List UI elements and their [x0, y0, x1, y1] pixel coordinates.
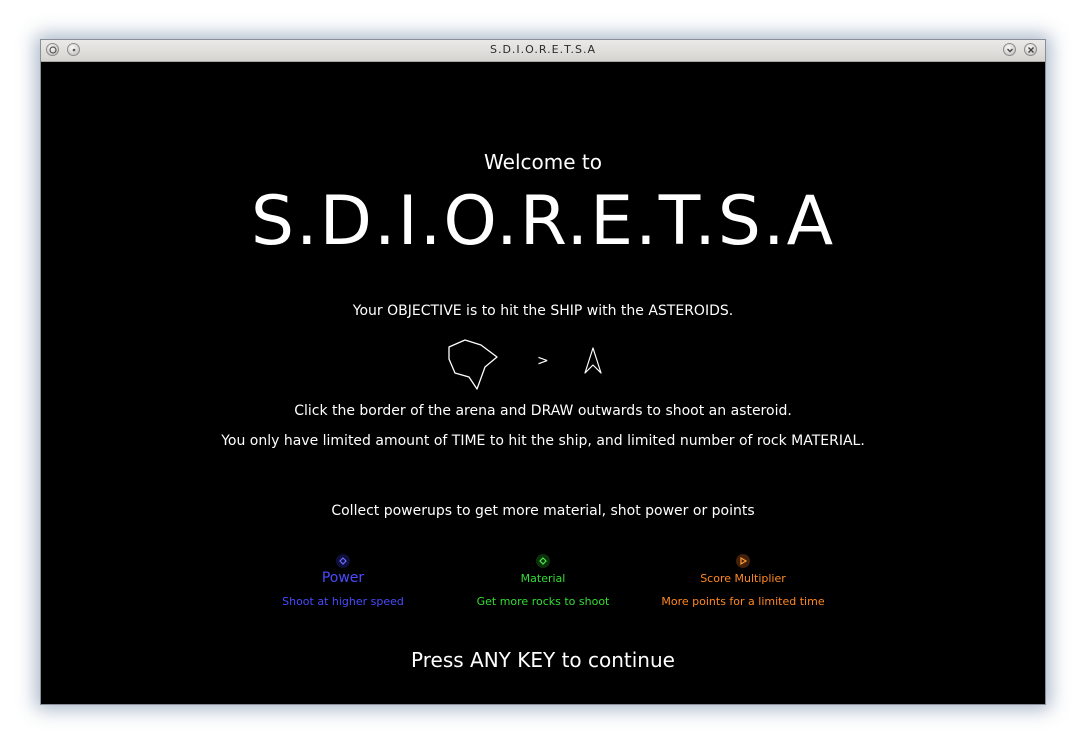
app-window: S.D.I.O.R.E.T.S.A Welcome to S.D.I.O.R.E… [40, 39, 1046, 705]
chevron-down-icon [1007, 48, 1013, 53]
asteroid-icon [448, 339, 498, 390]
close-button[interactable] [1024, 43, 1037, 56]
continue-prompt: Press ANY KEY to continue [411, 648, 675, 672]
draw-instruction: Click the border of the arena and DRAW o… [294, 403, 792, 419]
minimize-button[interactable] [1003, 43, 1016, 56]
arrow-symbol: > [537, 353, 549, 369]
ship-icon [584, 347, 602, 374]
powerup-description: More points for a limited time [661, 595, 825, 608]
objective-text: Your OBJECTIVE is to hit the SHIP with t… [352, 303, 734, 319]
window-title: S.D.I.O.R.E.T.S.A [489, 43, 596, 56]
powerup-name: Score Multiplier [700, 572, 786, 585]
game-canvas[interactable]: Welcome to S.D.I.O.R.E.T.S.A Your OBJECT… [43, 62, 1043, 702]
diamond-icon [536, 554, 550, 568]
powerup-name: Power [321, 570, 365, 586]
triangle-icon [736, 554, 750, 568]
welcome-text: Welcome to [484, 150, 602, 174]
powerup-description: Shoot at higher speed [282, 595, 404, 608]
limits-instruction: You only have limited amount of TIME to … [221, 433, 865, 449]
title-bar[interactable]: S.D.I.O.R.E.T.S.A [41, 40, 1045, 62]
powerup-description: Get more rocks to shoot [476, 595, 610, 608]
close-icon [1028, 47, 1034, 53]
collect-instruction: Collect powerups to get more material, s… [331, 503, 755, 519]
powerup-name: Material [520, 572, 566, 585]
diamond-icon [336, 554, 350, 568]
game-title: S.D.I.O.R.E.T.S.A [250, 182, 836, 261]
